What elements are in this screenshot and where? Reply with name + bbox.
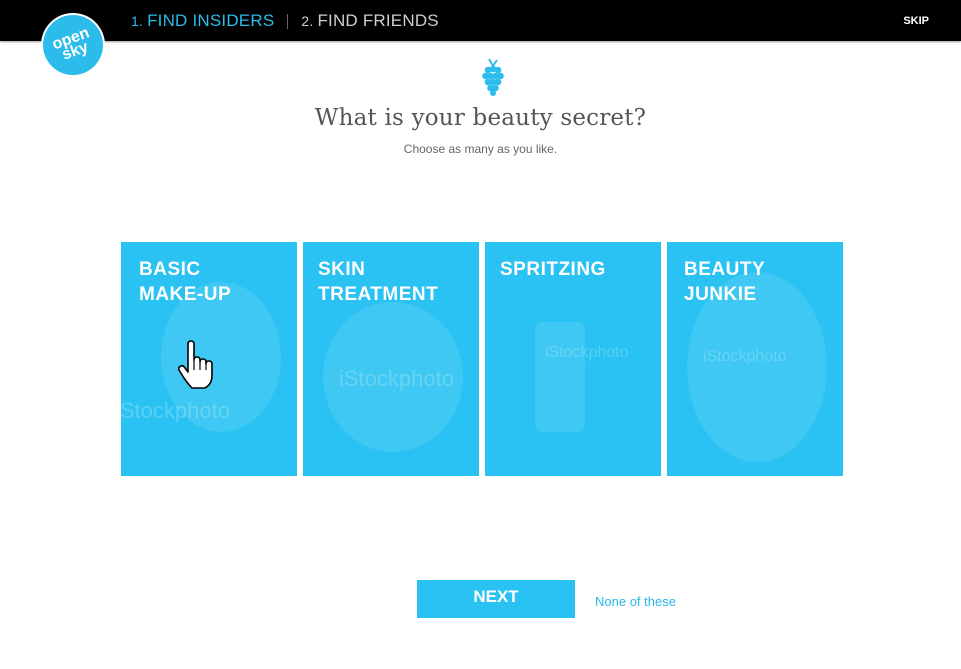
opensky-logo[interactable]: open sky xyxy=(43,15,103,75)
tile-watermark: iStockphoto xyxy=(121,398,230,423)
page-title: What is your beauty secret? xyxy=(314,105,647,131)
tile-watermark: iStockphoto xyxy=(703,348,787,365)
next-button[interactable]: NEXT xyxy=(417,580,575,618)
skip-link[interactable]: SKIP xyxy=(903,15,929,27)
tile-watermark: iStockphoto xyxy=(339,366,454,391)
top-bar: 1. FIND INSIDERS 2. FIND FRIENDS SKIP xyxy=(0,0,961,41)
tile-label: BEAUTY JUNKIE xyxy=(684,259,766,305)
tile-beauty-junkie[interactable]: iStockphoto BEAUTY JUNKIE xyxy=(667,242,843,476)
tile-label: SKIN TREATMENT xyxy=(318,259,439,305)
tile-spritzing[interactable]: iStockphoto SPRITZING xyxy=(485,242,661,476)
tile-label: BASIC MAKE-UP xyxy=(139,259,232,305)
hand-pointer-icon xyxy=(178,340,213,389)
step-find-insiders-label: FIND INSIDERS xyxy=(147,11,275,30)
step-find-friends-label: FIND FRIENDS xyxy=(317,11,439,30)
step-find-friends[interactable]: 2. FIND FRIENDS xyxy=(301,11,438,31)
step-indicator: 1. FIND INSIDERS 2. FIND FRIENDS xyxy=(131,11,439,31)
tile-label: SPRITZING xyxy=(500,259,606,280)
grape-icon xyxy=(482,58,504,96)
page-subtitle: Choose as many as you like. xyxy=(403,142,558,156)
tile-photo-overlay xyxy=(535,322,585,432)
none-of-these-link[interactable]: None of these xyxy=(595,594,676,609)
step-find-insiders[interactable]: 1. FIND INSIDERS xyxy=(131,11,274,31)
tile-skin-treatment[interactable]: iStockphoto SKIN TREATMENT xyxy=(303,242,479,476)
tile-watermark: iStockphoto xyxy=(545,344,629,361)
step-divider xyxy=(287,13,289,29)
